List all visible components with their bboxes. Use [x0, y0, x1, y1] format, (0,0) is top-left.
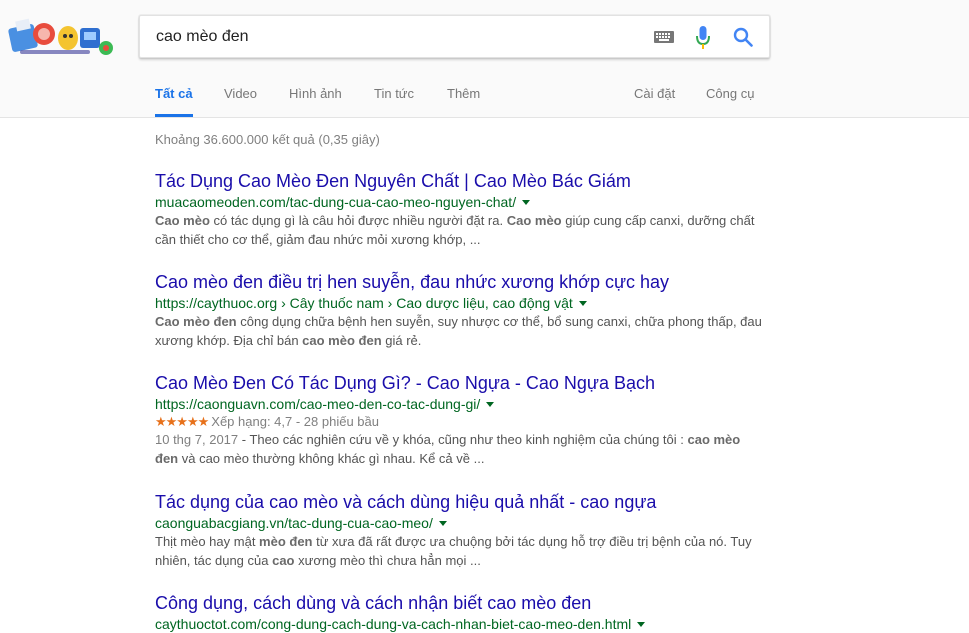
result-url: caonguabacgiang.vn/tac-dung-cua-cao-meo/ [155, 514, 765, 532]
search-result: Cao mèo đen điều trị hen suyễn, đau nhức… [155, 271, 765, 350]
dropdown-caret-icon[interactable] [637, 622, 646, 627]
search-result: Tác dụng của cao mèo và cách dùng hiệu q… [155, 491, 765, 570]
snippet-text: Thịt mèo hay mật [155, 534, 260, 549]
dropdown-caret-icon[interactable] [522, 200, 531, 205]
result-snippet: Cao mèo đen công dụng chữa bệnh hen suyễ… [155, 312, 765, 350]
result-url-text: https://caonguavn.com/cao-meo-den-co-tac… [155, 396, 481, 412]
microphone-icon[interactable] [696, 26, 710, 50]
snippet-text: có tác dụng gì là câu hỏi được nhiều ngư… [209, 213, 507, 228]
keyboard-icon[interactable] [654, 31, 674, 43]
tab-settings[interactable]: Cài đặt [634, 70, 675, 115]
search-tabs: Tất cả Video Hình ảnh Tin tức Thêm Cài đ… [0, 70, 969, 117]
result-snippet: 10 thg 7, 2017 - Theo các nghiên cứu về … [155, 430, 765, 468]
snippet-highlight: cao [272, 553, 295, 568]
search-icon[interactable] [733, 27, 753, 47]
result-date: 10 thg 7, 2017 [155, 432, 239, 447]
snippet-text: công dụng chữa bệnh hen suyễn, suy nhược… [155, 314, 762, 348]
result-stats: Khoảng 36.600.000 kết quả (0,35 giây) [155, 132, 380, 147]
tab-news[interactable]: Tin tức [374, 70, 414, 115]
search-result: Công dụng, cách dùng và cách nhận biết c… [155, 592, 765, 633]
snippet-text: xương mèo thì chưa hẳn mọi ... [294, 553, 481, 568]
result-url: https://caonguavn.com/cao-meo-den-co-tac… [155, 395, 765, 413]
tab-all[interactable]: Tất cả [155, 70, 193, 117]
search-result: Cao Mèo Đen Có Tác Dụng Gì? - Cao Ngựa -… [155, 372, 765, 468]
tab-video[interactable]: Video [224, 70, 257, 115]
result-snippet: Cao mèo có tác dụng gì là câu hỏi được n… [155, 211, 765, 249]
result-title-link[interactable]: Tác Dụng Cao Mèo Đen Nguyên Chất | Cao M… [155, 170, 765, 192]
rating-text: Xếp hạng: 4,7 - 28 phiếu bầu [211, 414, 379, 429]
dropdown-caret-icon[interactable] [438, 521, 447, 526]
snippet-highlight: Cao mèo [155, 213, 210, 228]
result-url: muacaomeoden.com/tac-dung-cua-cao-meo-ng… [155, 193, 765, 211]
result-title-link[interactable]: Công dụng, cách dùng và cách nhận biết c… [155, 592, 765, 614]
result-url: caythuoctot.com/cong-dung-cach-dung-va-c… [155, 615, 765, 633]
snippet-highlight: Cao mèo [506, 213, 562, 228]
result-title-link[interactable]: Tác dụng của cao mèo và cách dùng hiệu q… [155, 491, 765, 513]
header: Tất cả Video Hình ảnh Tin tức Thêm Cài đ… [0, 0, 969, 118]
tab-tools[interactable]: Công cụ [706, 70, 754, 115]
dropdown-caret-icon[interactable] [486, 402, 495, 407]
snippet-highlight: Cao mèo đen [155, 314, 237, 329]
result-snippet: Thịt mèo hay mật mèo đen từ xưa đã rất đ… [155, 532, 765, 570]
result-title-link[interactable]: Cao Mèo Đen Có Tác Dụng Gì? - Cao Ngựa -… [155, 372, 765, 394]
dropdown-caret-icon[interactable] [578, 301, 587, 306]
search-result: Tác Dụng Cao Mèo Đen Nguyên Chất | Cao M… [155, 170, 765, 249]
search-input[interactable] [156, 25, 626, 49]
snippet-text: và cao mèo thường không khác gì nhau. Kể… [178, 451, 485, 466]
google-doodle-logo[interactable] [6, 12, 116, 62]
result-url-text: caonguabacgiang.vn/tac-dung-cua-cao-meo/ [155, 515, 433, 531]
snippet-text: giá rẻ. [381, 333, 422, 348]
snippet-text: - Theo các nghiên cứu về y khóa, cũng nh… [238, 432, 688, 447]
result-url-text: muacaomeoden.com/tac-dung-cua-cao-meo-ng… [155, 194, 517, 210]
snippet-highlight: mèo đen [259, 534, 313, 549]
snippet-highlight: cao mèo đen [302, 333, 382, 348]
tab-images[interactable]: Hình ảnh [289, 70, 342, 115]
rating-stars-icon: ★★★★★ [155, 414, 209, 429]
result-url-text: https://caythuoc.org › Cây thuốc nam › C… [155, 295, 573, 311]
search-box [139, 15, 770, 58]
result-rating: ★★★★★ Xếp hạng: 4,7 - 28 phiếu bầu [155, 413, 765, 430]
result-url-text: caythuoctot.com/cong-dung-cach-dung-va-c… [155, 616, 632, 632]
tab-more[interactable]: Thêm [447, 70, 480, 115]
result-url: https://caythuoc.org › Cây thuốc nam › C… [155, 294, 765, 312]
result-title-link[interactable]: Cao mèo đen điều trị hen suyễn, đau nhức… [155, 271, 765, 293]
